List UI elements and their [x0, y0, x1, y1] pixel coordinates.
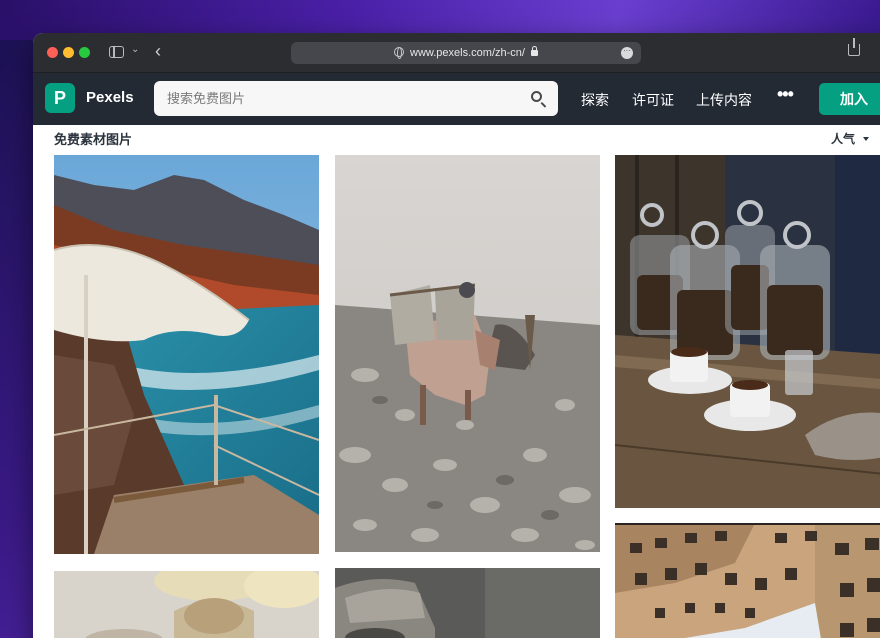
lock-icon — [530, 46, 538, 56]
share-icon[interactable] — [848, 38, 860, 56]
site-header: P Pexels 探索 许可证 上传内容 ••• 加入 — [33, 73, 880, 125]
search-input[interactable] — [167, 81, 507, 116]
sort-dropdown[interactable]: 人气 — [831, 130, 870, 147]
photo-coffee-jars[interactable] — [615, 155, 880, 508]
maximize-window-button[interactable] — [79, 47, 90, 58]
photo-building-facade[interactable] — [615, 523, 880, 638]
search-icon[interactable] — [531, 91, 542, 102]
caret-down-icon — [863, 137, 870, 141]
photo-beach-umbrella[interactable] — [54, 155, 319, 554]
sort-label: 人气 — [831, 132, 856, 146]
photo-sculpture[interactable] — [335, 568, 600, 638]
address-bar[interactable]: www.pexels.com/zh-cn/ ··· — [291, 42, 641, 64]
brand-name[interactable]: Pexels — [86, 89, 134, 106]
photo-ceramics[interactable] — [54, 571, 319, 638]
search-bar[interactable] — [154, 81, 558, 116]
nav-upload-link[interactable]: 上传内容 — [696, 90, 752, 110]
section-title: 免费素材图片 — [54, 132, 133, 147]
nav-explore-link[interactable]: 探索 — [581, 90, 609, 110]
more-menu-icon[interactable]: ••• — [777, 84, 794, 105]
url-text: www.pexels.com/zh-cn/ — [410, 47, 525, 59]
pexels-logo-icon[interactable]: P — [45, 83, 75, 113]
page-menu-icon[interactable]: ··· — [621, 47, 633, 59]
nav-license-link[interactable]: 许可证 — [632, 90, 674, 110]
browser-titlebar: ⌄ ‹ www.pexels.com/zh-cn/ ··· — [33, 33, 880, 73]
photo-feed: 免费素材图片 人气 — [33, 125, 880, 638]
chevron-down-icon[interactable]: ⌄ — [131, 44, 139, 55]
join-button[interactable]: 加入 — [819, 83, 880, 115]
globe-icon — [394, 47, 405, 59]
browser-window: ⌄ ‹ www.pexels.com/zh-cn/ ··· P Pexels 探… — [33, 33, 880, 638]
photo-pack-animal[interactable] — [335, 155, 600, 552]
close-window-button[interactable] — [47, 47, 58, 58]
back-arrow-icon[interactable]: ‹ — [155, 41, 161, 62]
sidebar-toggle-icon[interactable] — [109, 46, 124, 58]
minimize-window-button[interactable] — [63, 47, 74, 58]
